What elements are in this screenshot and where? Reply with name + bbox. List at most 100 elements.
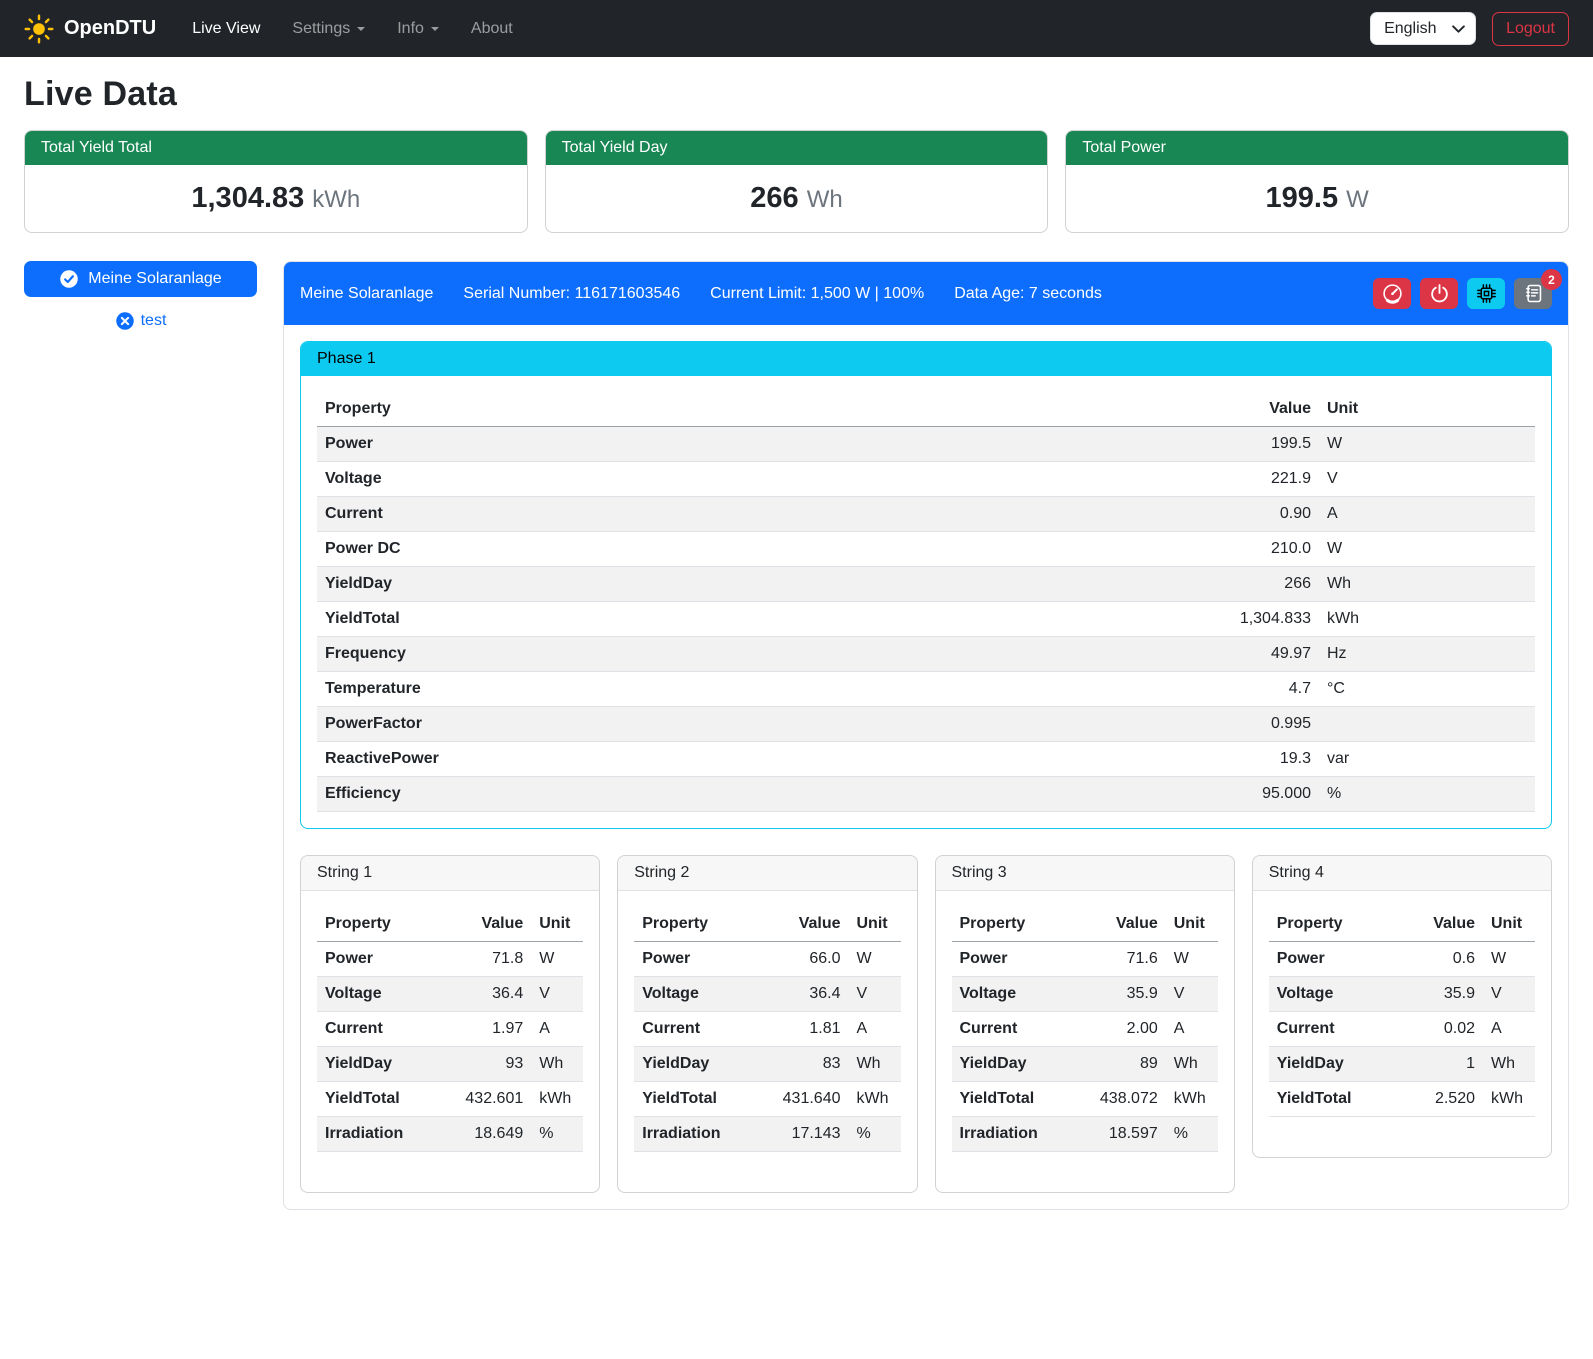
property-cell: Voltage [317,462,916,497]
string-card: String 2 PropertyValueUnitPower66.0WVolta… [617,855,917,1193]
column-header: Property [634,907,754,942]
card-unit: W [1346,186,1369,213]
sun-icon [24,14,54,44]
table-row: Voltage221.9V [317,462,1535,497]
table-row: PowerFactor0.995 [317,707,1535,742]
table-row: Power0.6W [1269,942,1535,977]
unit-cell: % [849,1117,901,1152]
summary-cards: Total Yield Total 1,304.83kWh Total Yiel… [24,130,1569,233]
unit-cell: % [531,1117,583,1152]
table-row: Irradiation18.597% [952,1117,1218,1152]
table-header-row: Property Value Unit [317,392,1535,427]
table-row: YieldTotal1,304.833kWh [317,602,1535,637]
property-cell: Voltage [1269,977,1400,1012]
unit-cell: kWh [1166,1082,1218,1117]
property-cell: Power DC [317,532,916,567]
value-cell: 432.601 [437,1082,531,1117]
table-row: Power66.0W [634,942,900,977]
table-row: YieldDay266Wh [317,567,1535,602]
property-cell: YieldDay [317,1047,437,1082]
string-table: PropertyValueUnitPower66.0WVoltage36.4VC… [634,907,900,1152]
unit-cell: A [1483,1012,1535,1047]
event-count-badge: 2 [1541,269,1562,290]
inverter-panel-header: Meine Solaranlage Serial Number: 1161716… [284,262,1568,325]
unit-cell: W [849,942,901,977]
check-circle-icon [59,269,79,289]
inverter-item-test[interactable]: test [115,311,167,331]
column-header: Value [754,907,848,942]
nav-item-about[interactable]: About [455,12,529,46]
value-cell: 1 [1400,1047,1483,1082]
string-table: PropertyValueUnitPower0.6WVoltage35.9VCu… [1269,907,1535,1117]
brand-label: OpenDTU [64,17,156,40]
unit-cell: V [1166,977,1218,1012]
value-cell: 0.02 [1400,1012,1483,1047]
table-row: YieldDay89Wh [952,1047,1218,1082]
value-cell: 438.072 [1072,1082,1166,1117]
card-unit: kWh [312,186,360,213]
value-cell: 89 [1072,1047,1166,1082]
property-cell: Irradiation [952,1117,1072,1152]
property-cell: Power [952,942,1072,977]
column-header: Unit [849,907,901,942]
inverter-panel: Meine Solaranlage Serial Number: 1161716… [283,261,1569,1210]
unit-cell: kWh [849,1082,901,1117]
card-title: Total Power [1066,131,1568,165]
property-cell: Frequency [317,637,916,672]
nav-item-live-view[interactable]: Live View [176,12,276,46]
unit-cell: Wh [531,1047,583,1082]
language-select[interactable]: English [1370,12,1476,45]
column-header: Property [1269,907,1400,942]
column-header: Unit [1319,392,1535,427]
logout-button[interactable]: Logout [1492,12,1569,46]
string-card-title: String 2 [618,856,916,891]
value-cell: 35.9 [1400,977,1483,1012]
property-cell: Power [317,427,916,462]
nav-item-settings[interactable]: Settings [276,12,381,46]
column-header: Property [317,392,916,427]
unit-cell: A [1319,497,1535,532]
card-value: 266 [750,182,798,214]
property-cell: YieldTotal [952,1082,1072,1117]
unit-cell: % [1166,1117,1218,1152]
table-row: YieldTotal438.072kWh [952,1082,1218,1117]
property-cell: YieldDay [952,1047,1072,1082]
table-row: Power DC210.0W [317,532,1535,567]
card-title: Total Yield Total [25,131,527,165]
device-info-button[interactable] [1467,278,1505,309]
inverter-data-age: Data Age: 7 seconds [954,285,1102,303]
property-cell: Power [1269,942,1400,977]
cpu-icon [1476,283,1497,304]
show-limit-settings-button[interactable] [1373,278,1411,309]
property-cell: Current [1269,1012,1400,1047]
unit-cell: V [1483,977,1535,1012]
value-cell: 17.143 [754,1117,848,1152]
table-row: Voltage36.4V [634,977,900,1012]
string-card: String 3PropertyValueUnitPower71.6WVolta… [935,855,1235,1193]
table-header-row: PropertyValueUnit [952,907,1218,942]
inverter-select-button[interactable]: Meine Solaranlage [24,261,257,297]
property-cell: YieldTotal [1269,1082,1400,1117]
unit-cell: °C [1319,672,1535,707]
value-cell: 266 [916,567,1319,602]
event-log-button[interactable]: 2 [1514,278,1552,309]
caret-down-icon [431,27,439,35]
table-row: Power71.6W [952,942,1218,977]
table-row: YieldDay83Wh [634,1047,900,1082]
table-row: Frequency49.97Hz [317,637,1535,672]
power-control-button[interactable] [1420,278,1458,309]
string-card-title: String 4 [1253,856,1551,891]
nav-item-info[interactable]: Info [381,12,455,46]
table-row: YieldDay93Wh [317,1047,583,1082]
table-row: YieldTotal2.520kWh [1269,1082,1535,1117]
total-yield-day-card: Total Yield Day 266Wh [545,130,1049,233]
property-cell: Efficiency [317,777,916,812]
unit-cell: A [1166,1012,1218,1047]
phase-table: Property Value Unit Power199.5WVoltage22… [317,392,1535,812]
brand-link[interactable]: OpenDTU [24,14,156,44]
unit-cell: kWh [1483,1082,1535,1117]
value-cell: 18.649 [437,1117,531,1152]
property-cell: YieldTotal [634,1082,754,1117]
journal-icon [1523,283,1544,304]
unit-cell: V [531,977,583,1012]
